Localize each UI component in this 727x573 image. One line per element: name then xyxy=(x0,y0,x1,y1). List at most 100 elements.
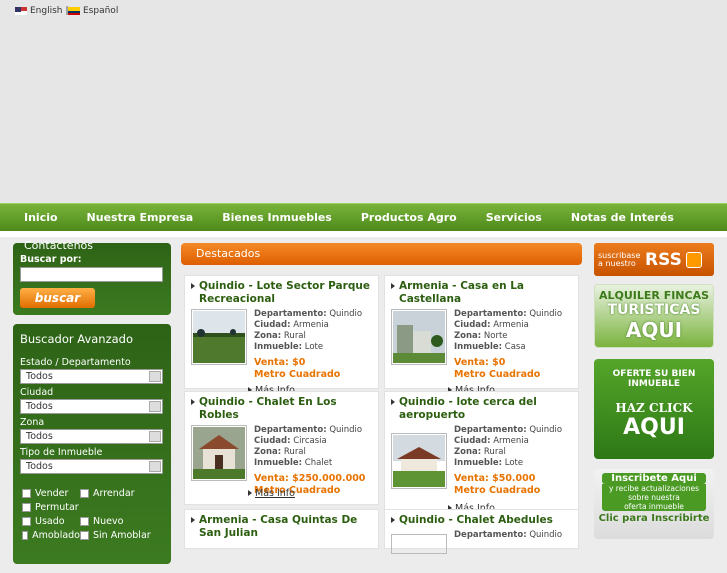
search-button[interactable]: buscar xyxy=(20,288,95,308)
check-label: Usado xyxy=(35,516,65,527)
check-nuevo[interactable]: Nuevo xyxy=(80,516,160,527)
nav-bienes-inmuebles[interactable]: Bienes Inmuebles xyxy=(222,211,332,224)
inscribete-line2: y recibe actualizaciones xyxy=(602,484,706,493)
lang-english-link[interactable]: English | xyxy=(15,6,69,16)
property-title-link[interactable]: Armenia - Casa Quintas De San Julian xyxy=(191,514,372,540)
type-select[interactable]: Todos xyxy=(20,459,163,474)
nav-nuestra-empresa[interactable]: Nuestra Empresa xyxy=(87,211,194,224)
inscribete-banner[interactable]: Inscribete Aqui y recibe actualizaciones… xyxy=(594,469,714,539)
search-label: Buscar por: xyxy=(20,254,82,265)
zone-value: Norte xyxy=(483,331,508,341)
dep-key: Departamento: xyxy=(454,309,527,319)
property-card: Quindio - Lote Sector Parque Recreaciona… xyxy=(184,275,379,396)
property-price: Venta: $0 xyxy=(454,357,506,368)
state-select[interactable]: Todos xyxy=(20,369,163,384)
check-arrendar[interactable]: Arrendar xyxy=(80,488,160,499)
zone-key: Zona: xyxy=(254,331,282,341)
featured-header: Destacados xyxy=(181,243,582,265)
nav-notas-de-interes[interactable]: Notas de Interés xyxy=(571,211,674,224)
type-value: Casa xyxy=(504,342,526,352)
oferte-banner[interactable]: OFERTE SU BIEN INMUEBLE HAZ CLICK AQUI xyxy=(594,359,714,459)
property-price: Venta: $0 xyxy=(254,357,306,368)
city-value: Armenia xyxy=(293,320,329,330)
zone-key: Zona: xyxy=(254,447,282,457)
property-photo[interactable] xyxy=(191,425,247,481)
city-key: Ciudad: xyxy=(454,436,491,446)
property-photo[interactable] xyxy=(191,309,247,365)
property-card: Quindio - Chalet Abedules Departamento: … xyxy=(384,509,579,554)
contact-title[interactable]: Contactenos xyxy=(24,239,164,252)
zone-label: Zona xyxy=(20,417,45,428)
check-label: Nuevo xyxy=(93,516,124,527)
checkbox[interactable] xyxy=(80,517,89,526)
dep-value: Quindio xyxy=(529,425,563,435)
property-title-link[interactable]: Quindio - Lote Sector Parque Recreaciona… xyxy=(191,280,372,306)
zone-key: Zona: xyxy=(454,331,482,341)
lang-english-label[interactable]: English xyxy=(30,6,63,16)
checkbox[interactable] xyxy=(22,489,31,498)
city-key: Ciudad: xyxy=(254,320,291,330)
chevron-down-icon xyxy=(149,431,161,442)
search-input[interactable] xyxy=(20,267,163,282)
check-usado[interactable]: Usado xyxy=(22,516,80,527)
zone-select-value: Todos xyxy=(26,431,53,442)
more-info-link[interactable]: Más Info xyxy=(248,488,295,499)
city-key: Ciudad: xyxy=(454,320,491,330)
city-value: Circasia xyxy=(293,436,327,446)
property-photo[interactable] xyxy=(391,309,447,365)
chevron-down-icon xyxy=(149,461,161,472)
nav-divider xyxy=(0,231,727,237)
property-photo[interactable] xyxy=(391,433,447,489)
property-unit: Metro Cuadrado xyxy=(254,369,341,380)
city-select[interactable]: Todos xyxy=(20,399,163,414)
check-label: Permutar xyxy=(35,502,79,513)
nav-productos-agro[interactable]: Productos Agro xyxy=(361,211,457,224)
property-title-link[interactable]: Quindio - Chalet En Los Robles xyxy=(191,396,372,422)
dep-key: Departamento: xyxy=(254,425,327,435)
check-sin-amoblar[interactable]: Sin Amoblar xyxy=(80,530,160,541)
type-label: Tipo de Inmueble xyxy=(20,447,103,458)
checkbox[interactable] xyxy=(22,531,29,540)
property-card: Armenia - Casa Quintas De San Julian xyxy=(184,509,379,549)
lang-spanish-label[interactable]: Español xyxy=(83,6,118,16)
type-key: Inmueble: xyxy=(254,342,303,352)
lang-spanish-link[interactable]: Español xyxy=(68,6,118,16)
inscribete-line4: oferta inmueble xyxy=(602,502,706,511)
check-label: Sin Amoblar xyxy=(93,530,151,541)
checkbox[interactable] xyxy=(80,489,89,498)
nav-inicio[interactable]: Inicio xyxy=(24,211,58,224)
check-permutar[interactable]: Permutar xyxy=(22,502,160,513)
checkbox[interactable] xyxy=(22,517,31,526)
type-key: Inmueble: xyxy=(254,458,303,468)
oferte-line4: AQUI xyxy=(623,415,685,440)
fincas-line1: ALQUILER FINCAS xyxy=(598,289,710,302)
dep-value: Quindio xyxy=(529,530,563,540)
checkbox[interactable] xyxy=(22,503,31,512)
dep-value: Quindio xyxy=(529,309,563,319)
property-title-link[interactable]: Armenia - Casa en La Castellana xyxy=(391,280,572,306)
property-title-link[interactable]: Quindio - lote cerca del aeropuerto xyxy=(391,396,572,422)
check-vender[interactable]: Vender xyxy=(22,488,80,499)
rss-banner[interactable]: suscribase a nuestro RSS xyxy=(594,243,714,276)
dep-value: Quindio xyxy=(329,309,363,319)
chevron-down-icon xyxy=(149,371,161,382)
property-photo[interactable] xyxy=(391,534,447,554)
fincas-banner[interactable]: ALQUILER FINCAS TURISTICAS AQUI xyxy=(594,284,714,348)
zone-select[interactable]: Todos xyxy=(20,429,163,444)
advanced-search-box: Buscador Avanzado Estado / Departamento … xyxy=(13,324,171,564)
city-value: Armenia xyxy=(493,436,529,446)
property-price: Venta: $50.000 xyxy=(454,473,536,484)
type-select-value: Todos xyxy=(26,461,53,472)
property-price: Venta: $250.000.000 xyxy=(254,473,366,484)
rss-subscribe-text: suscribase a nuestro xyxy=(598,250,641,268)
property-title-link[interactable]: Quindio - Chalet Abedules xyxy=(391,514,572,527)
property-card: Quindio - Chalet En Los Robles Departame… xyxy=(184,391,379,505)
header-area: English | Español xyxy=(0,0,727,203)
nav-servicios[interactable]: Servicios xyxy=(486,211,542,224)
state-select-value: Todos xyxy=(26,371,53,382)
property-unit: Metro Cuadrado xyxy=(454,369,541,380)
zone-value: Rural xyxy=(483,447,506,457)
checkbox[interactable] xyxy=(80,531,89,540)
zone-key: Zona: xyxy=(454,447,482,457)
check-amoblado[interactable]: Amoblado xyxy=(22,530,80,541)
